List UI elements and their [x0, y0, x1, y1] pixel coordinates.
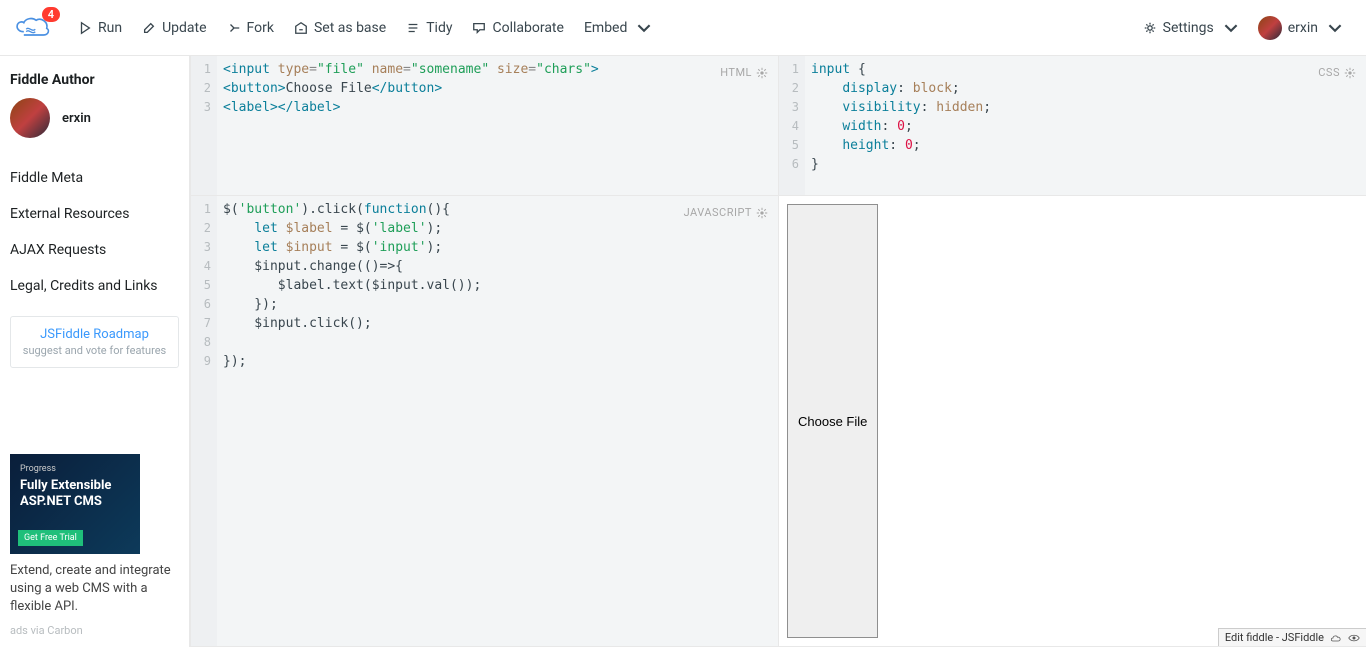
sidebar-item-legal[interactable]: Legal, Credits and Links	[10, 268, 179, 304]
js-code[interactable]: $('button').click(function(){ let $label…	[217, 196, 778, 646]
tag-icon	[294, 21, 308, 35]
update-button[interactable]: Update	[132, 14, 216, 42]
run-button[interactable]: Run	[68, 14, 132, 42]
result-pane: Choose File Edit fiddle - JSFiddle	[778, 196, 1366, 647]
sidebar-item-external-resources[interactable]: External Resources	[10, 196, 179, 232]
sidebar-heading: Fiddle Author	[10, 72, 179, 88]
chevron-down-icon	[637, 21, 651, 35]
chevron-down-icon	[1224, 21, 1238, 35]
pane-label-html[interactable]: HTML	[720, 66, 768, 79]
user-menu[interactable]: erxin	[1248, 10, 1352, 46]
logo[interactable]: 4	[14, 13, 50, 43]
footer-label: Edit fiddle - JSFiddle	[1225, 631, 1324, 644]
chat-icon	[472, 21, 486, 35]
set-as-base-button[interactable]: Set as base	[284, 14, 396, 42]
ad-text[interactable]: Extend, create and integrate using a web…	[10, 562, 179, 616]
notification-badge[interactable]: 4	[42, 7, 60, 22]
ad-cta-button[interactable]: Get Free Trial	[18, 530, 83, 546]
fork-button[interactable]: Fork	[217, 14, 284, 42]
gear-icon	[1143, 21, 1157, 35]
settings-button[interactable]: Settings	[1133, 14, 1248, 42]
author-name: erxin	[62, 111, 91, 126]
top-toolbar: 4 Run Update Fork Set as base Tidy Colla…	[0, 0, 1366, 56]
cloud-icon	[1330, 633, 1342, 643]
sidebar: Fiddle Author erxin Fiddle Meta External…	[0, 56, 190, 647]
line-gutter: 123456	[779, 56, 805, 195]
css-pane[interactable]: 123456 input { display: block; visibilit…	[778, 56, 1366, 196]
author-row[interactable]: erxin	[10, 98, 179, 138]
chevron-down-icon	[1328, 21, 1342, 35]
editor-panels: 123 <input type="file" name="somename" s…	[190, 56, 1366, 647]
line-gutter: 123	[191, 56, 217, 195]
line-gutter: 123456789	[191, 196, 217, 646]
embed-button[interactable]: Embed	[574, 14, 661, 42]
gear-icon	[756, 207, 768, 219]
roadmap-button[interactable]: JSFiddle Roadmap suggest and vote for fe…	[10, 316, 179, 368]
ad-source[interactable]: ads via Carbon	[10, 624, 179, 637]
collaborate-button[interactable]: Collaborate	[462, 14, 573, 42]
avatar	[1258, 16, 1282, 40]
sidebar-item-ajax-requests[interactable]: AJAX Requests	[10, 232, 179, 268]
eye-icon	[1348, 633, 1360, 643]
choose-file-button[interactable]: Choose File	[787, 204, 878, 638]
css-code[interactable]: input { display: block; visibility: hidd…	[805, 56, 1366, 195]
pane-label-css[interactable]: CSS	[1318, 66, 1356, 79]
javascript-pane[interactable]: 123456789 $('button').click(function(){ …	[190, 196, 778, 647]
footer-bar[interactable]: Edit fiddle - JSFiddle	[1218, 628, 1366, 646]
html-pane[interactable]: 123 <input type="file" name="somename" s…	[190, 56, 778, 196]
pencil-icon	[142, 21, 156, 35]
tidy-button[interactable]: Tidy	[396, 14, 462, 42]
ad-block: Progress Fully Extensible ASP.NET CMS Ge…	[10, 454, 179, 637]
sidebar-item-fiddle-meta[interactable]: Fiddle Meta	[10, 160, 179, 196]
html-code[interactable]: <input type="file" name="somename" size=…	[217, 56, 778, 195]
author-avatar	[10, 98, 50, 138]
play-icon	[78, 21, 92, 35]
list-icon	[406, 21, 420, 35]
pane-label-js[interactable]: JAVASCRIPT	[684, 206, 768, 219]
gear-icon	[1344, 67, 1356, 79]
ad-image[interactable]: Progress Fully Extensible ASP.NET CMS Ge…	[10, 454, 140, 554]
fork-icon	[227, 21, 241, 35]
gear-icon	[756, 67, 768, 79]
